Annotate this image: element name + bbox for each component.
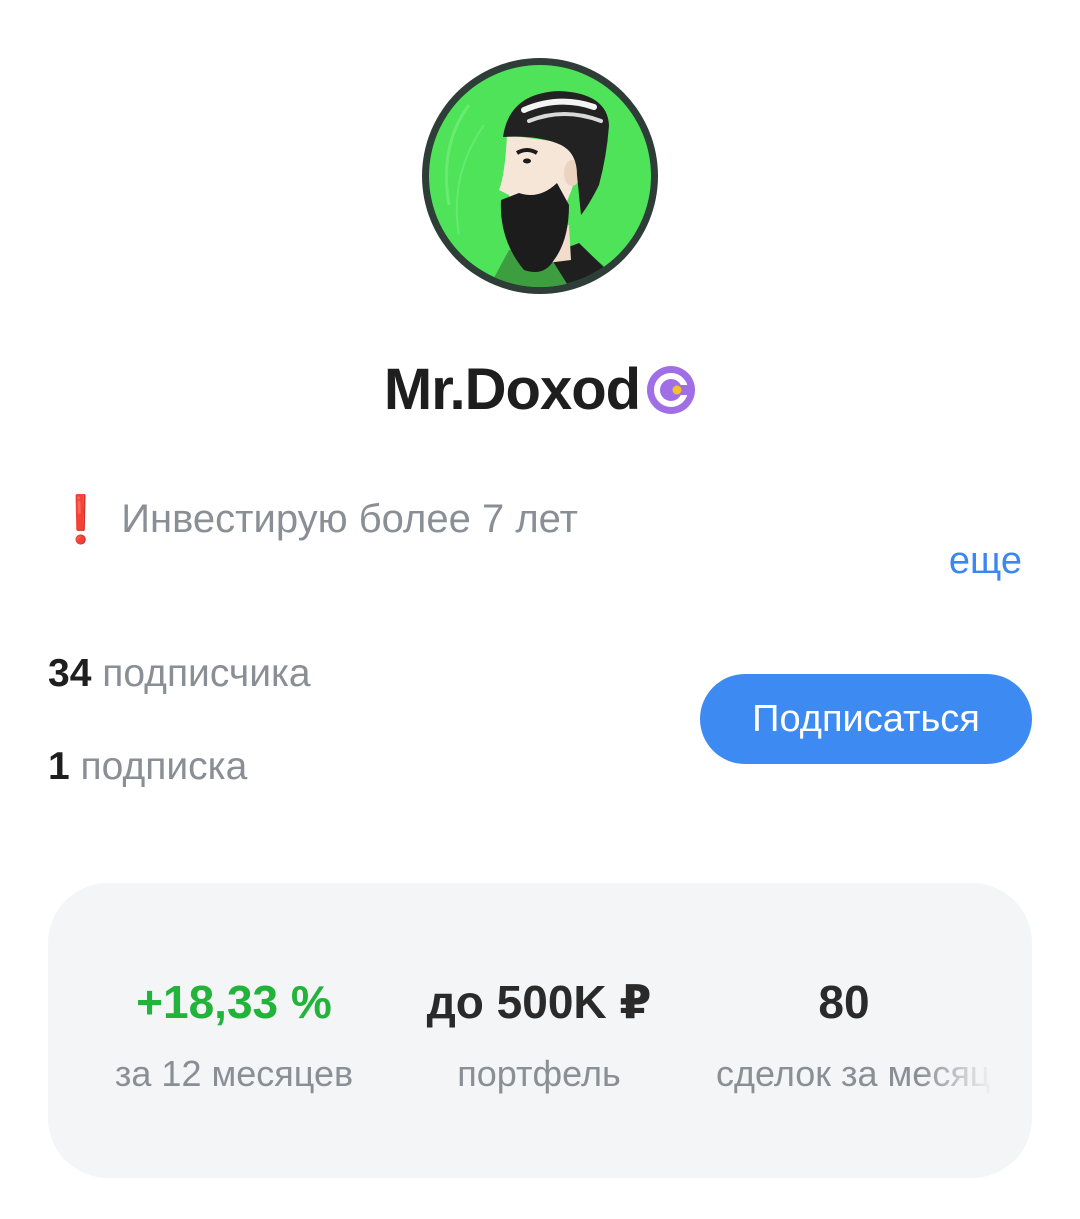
subscribe-button[interactable]: Подписаться [700, 674, 1032, 764]
metric-deals-label: сделок за месяц [716, 1053, 991, 1094]
bio-more-link[interactable]: еще [949, 540, 1022, 583]
metric-portfolio[interactable]: до 500K ₽ портфель [379, 975, 699, 1095]
subscribers-count: 34 [48, 652, 92, 695]
bearded-man-avatar-icon [429, 65, 651, 287]
subscriptions-link[interactable]: 1 подписка [48, 745, 247, 789]
metrics-card: +18,33 % за 12 месяцев до 500K ₽ портфел… [48, 883, 1032, 1178]
profile-name-row: Mr.Doxod [0, 356, 1080, 423]
metric-deals-value: 80 [818, 976, 870, 1028]
profile-name: Mr.Doxod [383, 357, 641, 422]
bio-text: Инвестирую более 7 лет [121, 497, 578, 541]
profile-page: Mr.Doxod ❗ Инвестирую более 7 лет еще 34… [0, 0, 1080, 1219]
bio: ❗ Инвестирую более 7 лет [52, 492, 578, 547]
metric-return-value: +18,33 % [136, 976, 332, 1028]
metric-portfolio-label: портфель [457, 1053, 621, 1094]
verified-author-icon[interactable] [646, 365, 696, 415]
subscriptions-label: подписка [80, 745, 248, 788]
metric-deals[interactable]: 80 сделок за месяц [684, 975, 1004, 1095]
subscriptions-count: 1 [48, 745, 70, 788]
metric-return-label: за 12 месяцев [114, 1053, 354, 1094]
exclamation-icon: ❗ [52, 493, 110, 545]
subscribers-label: подписчика [102, 652, 311, 695]
subscribers-link[interactable]: 34 подписчика [48, 652, 311, 696]
metric-return[interactable]: +18,33 % за 12 месяцев [74, 975, 394, 1095]
avatar[interactable] [422, 58, 658, 294]
metric-portfolio-value: до 500K ₽ [426, 976, 652, 1028]
